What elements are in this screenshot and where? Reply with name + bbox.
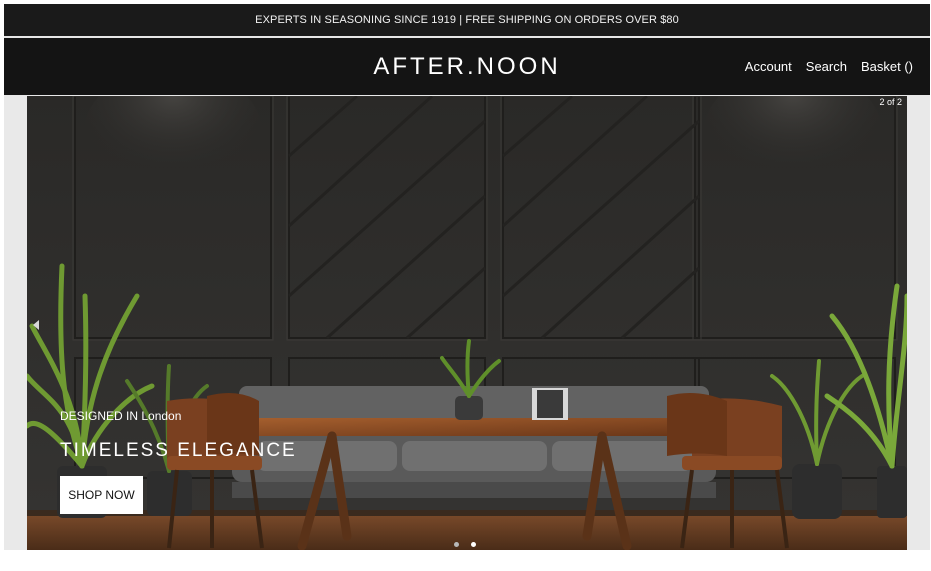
promo-bar: EXPERTS IN SEASONING SINCE 1919 | FREE S…: [4, 4, 930, 36]
site-header: AFTER.NOON Account Search Basket (): [4, 38, 930, 95]
shop-now-button[interactable]: SHOP NOW: [60, 476, 143, 514]
slide-dot-2[interactable]: [471, 542, 476, 547]
slide-dot-1[interactable]: [454, 542, 459, 547]
hero-image: [27, 96, 907, 550]
previous-slide-icon[interactable]: [33, 320, 39, 330]
promo-text: EXPERTS IN SEASONING SINCE 1919 | FREE S…: [255, 14, 679, 26]
hero-subtitle: DESIGNED IN London: [60, 409, 182, 423]
header-nav: Account Search Basket (): [745, 59, 913, 74]
slide-counter: 2 of 2: [879, 97, 902, 107]
basket-link[interactable]: Basket (): [861, 59, 913, 74]
hero-slideshow: 2 of 2: [27, 96, 907, 550]
hero-title: TIMELESS ELEGANCE: [60, 440, 297, 461]
slide-indicators: [454, 542, 476, 547]
search-link[interactable]: Search: [806, 59, 847, 74]
account-link[interactable]: Account: [745, 59, 792, 74]
